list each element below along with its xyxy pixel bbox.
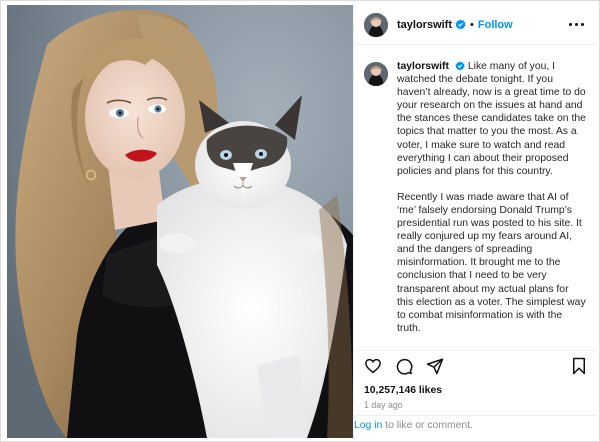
post-photo[interactable] <box>7 5 353 438</box>
caption-row: taylorswift Like many of you, I watched … <box>364 60 587 335</box>
avatar-image <box>364 62 388 86</box>
caption-paragraph: taylorswift Like many of you, I watched … <box>397 60 587 178</box>
post-timestamp[interactable]: 1 day ago <box>364 400 403 410</box>
verified-badge-icon <box>455 19 466 30</box>
caption-paragraph-text: Like many of you, I watched the debate t… <box>397 61 586 177</box>
follow-button[interactable]: Follow <box>478 19 513 31</box>
more-options-dot <box>575 23 578 26</box>
instagram-post-window: taylorswift • Follow taylorswift Like ma… <box>0 0 600 442</box>
caption-scroll-area[interactable]: taylorswift Like many of you, I watched … <box>354 46 597 348</box>
avatar-image <box>364 12 388 37</box>
verified-badge-icon <box>455 61 465 71</box>
share-icon[interactable] <box>426 357 444 375</box>
caption-avatar[interactable] <box>364 62 388 86</box>
login-prompt: Log in to like or comment. <box>354 415 597 438</box>
more-options-dot <box>569 23 572 26</box>
bookmark-icon[interactable] <box>571 357 587 375</box>
login-link[interactable]: Log in <box>354 420 382 431</box>
post-details-panel: taylorswift • Follow taylorswift Like ma… <box>353 5 597 438</box>
caption-paragraph: Recently I was made aware that AI of ‘me… <box>397 191 586 334</box>
comment-icon[interactable] <box>395 357 413 375</box>
caption-username[interactable]: taylorswift <box>397 61 449 72</box>
separator-dot: • <box>470 18 474 31</box>
portrait-with-cat-image <box>7 5 353 438</box>
likes-count[interactable]: 10,257,146 likes <box>364 385 442 396</box>
caption-text: taylorswift Like many of you, I watched … <box>397 60 587 335</box>
login-prompt-text: to like or comment. <box>382 420 473 431</box>
more-options-dot <box>581 23 584 26</box>
more-options-icon[interactable] <box>565 19 588 30</box>
profile-avatar[interactable] <box>364 12 388 37</box>
heart-icon[interactable] <box>364 357 382 375</box>
post-actions-bar <box>354 350 597 380</box>
post-header: taylorswift • Follow <box>354 5 596 45</box>
post-author-username[interactable]: taylorswift <box>397 19 452 31</box>
